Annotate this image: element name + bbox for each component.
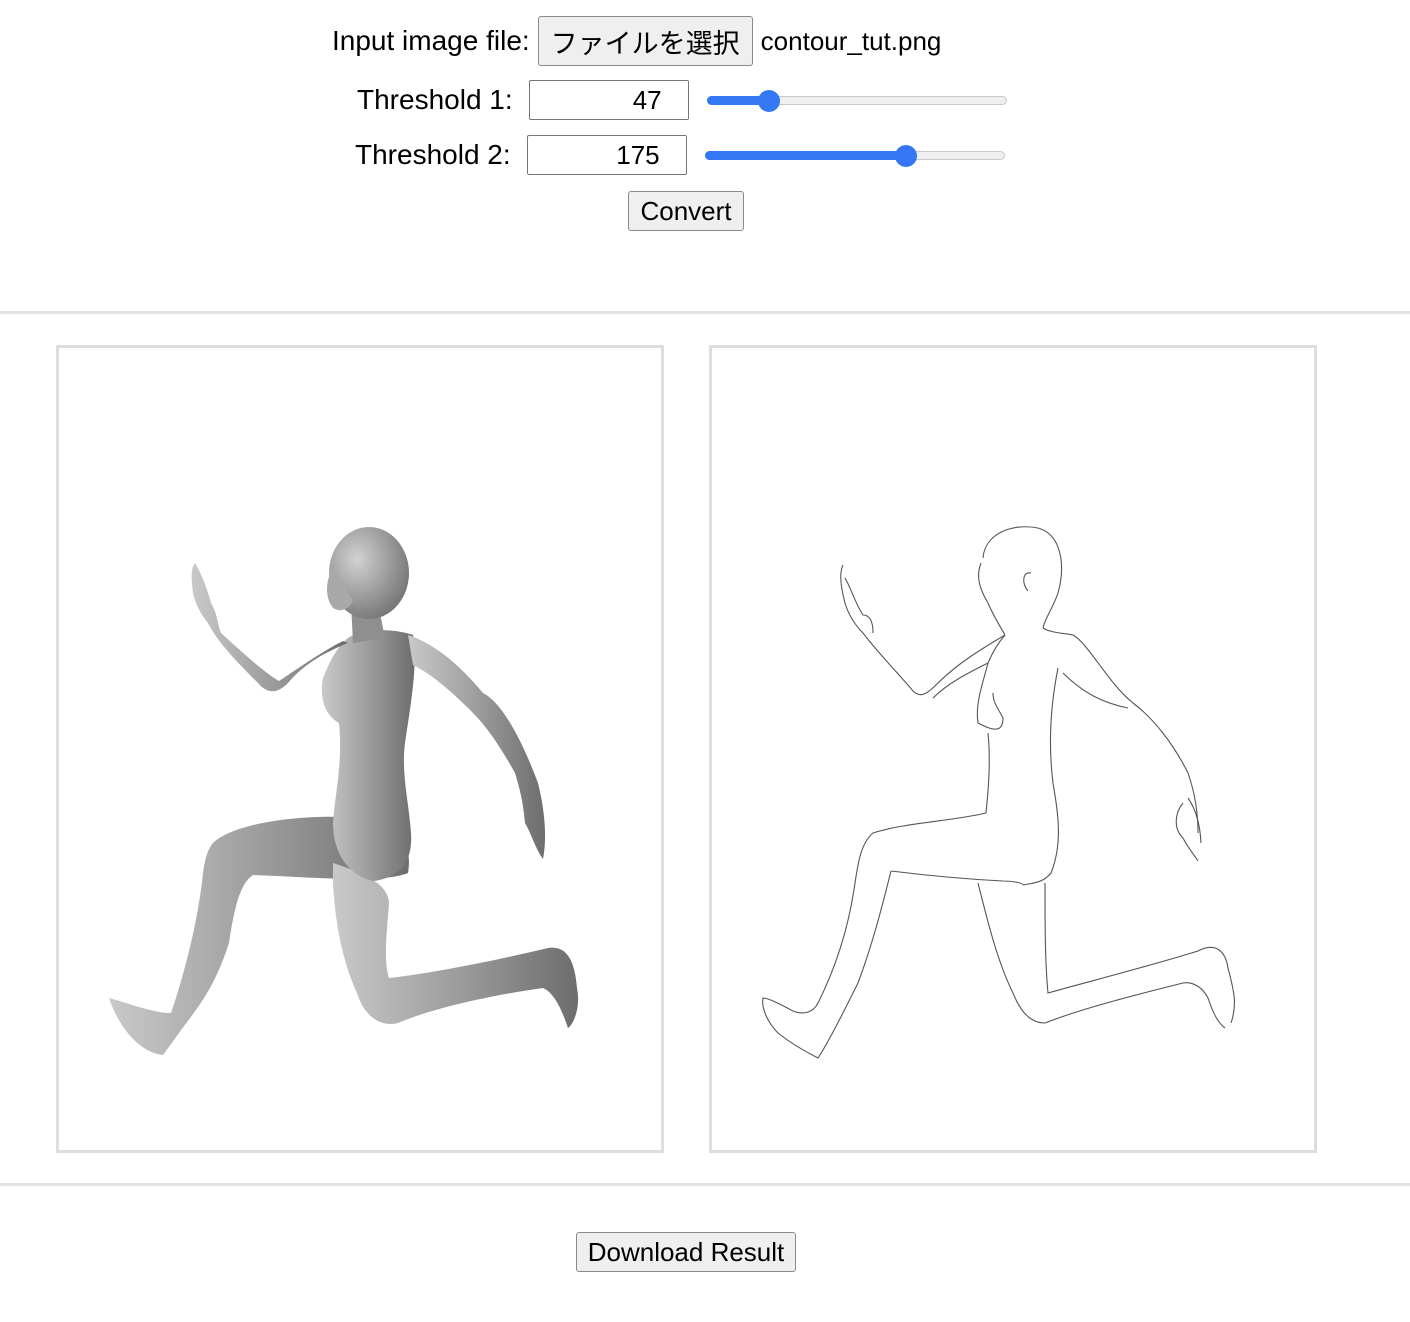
- slider-thumb[interactable]: [757, 90, 780, 112]
- selected-file-name: contour_tut.png: [760, 25, 942, 56]
- threshold1-label: Threshold 1:: [357, 84, 513, 115]
- divider: [0, 1183, 1410, 1186]
- threshold2-label: Threshold 2:: [355, 139, 511, 170]
- choose-file-button[interactable]: ファイルを選択: [537, 16, 753, 66]
- slider-thumb[interactable]: [895, 145, 918, 167]
- threshold2-slider[interactable]: [704, 145, 1005, 167]
- shaded-figure-image: [109, 527, 579, 1055]
- file-input-label: Input image file:: [332, 25, 530, 56]
- file-input-row: Input image file: ファイルを選択 contour_tut.pn…: [332, 16, 941, 66]
- download-result-button[interactable]: Download Result: [576, 1232, 796, 1272]
- divider: [0, 311, 1410, 314]
- input-image-canvas: [56, 345, 664, 1153]
- result-image-canvas: [709, 345, 1317, 1153]
- threshold2-row: Threshold 2: 175: [355, 135, 1005, 175]
- threshold2-number-input[interactable]: 175: [526, 135, 687, 175]
- threshold1-row: Threshold 1: 47: [357, 80, 1007, 120]
- convert-button[interactable]: Convert: [628, 191, 744, 231]
- page: Input image file: ファイルを選択 contour_tut.pn…: [0, 0, 1410, 1322]
- threshold1-number-input[interactable]: 47: [528, 80, 689, 120]
- threshold1-slider[interactable]: [706, 90, 1007, 112]
- slider-fill: [704, 151, 907, 160]
- contour-figure-image: [762, 526, 1235, 1059]
